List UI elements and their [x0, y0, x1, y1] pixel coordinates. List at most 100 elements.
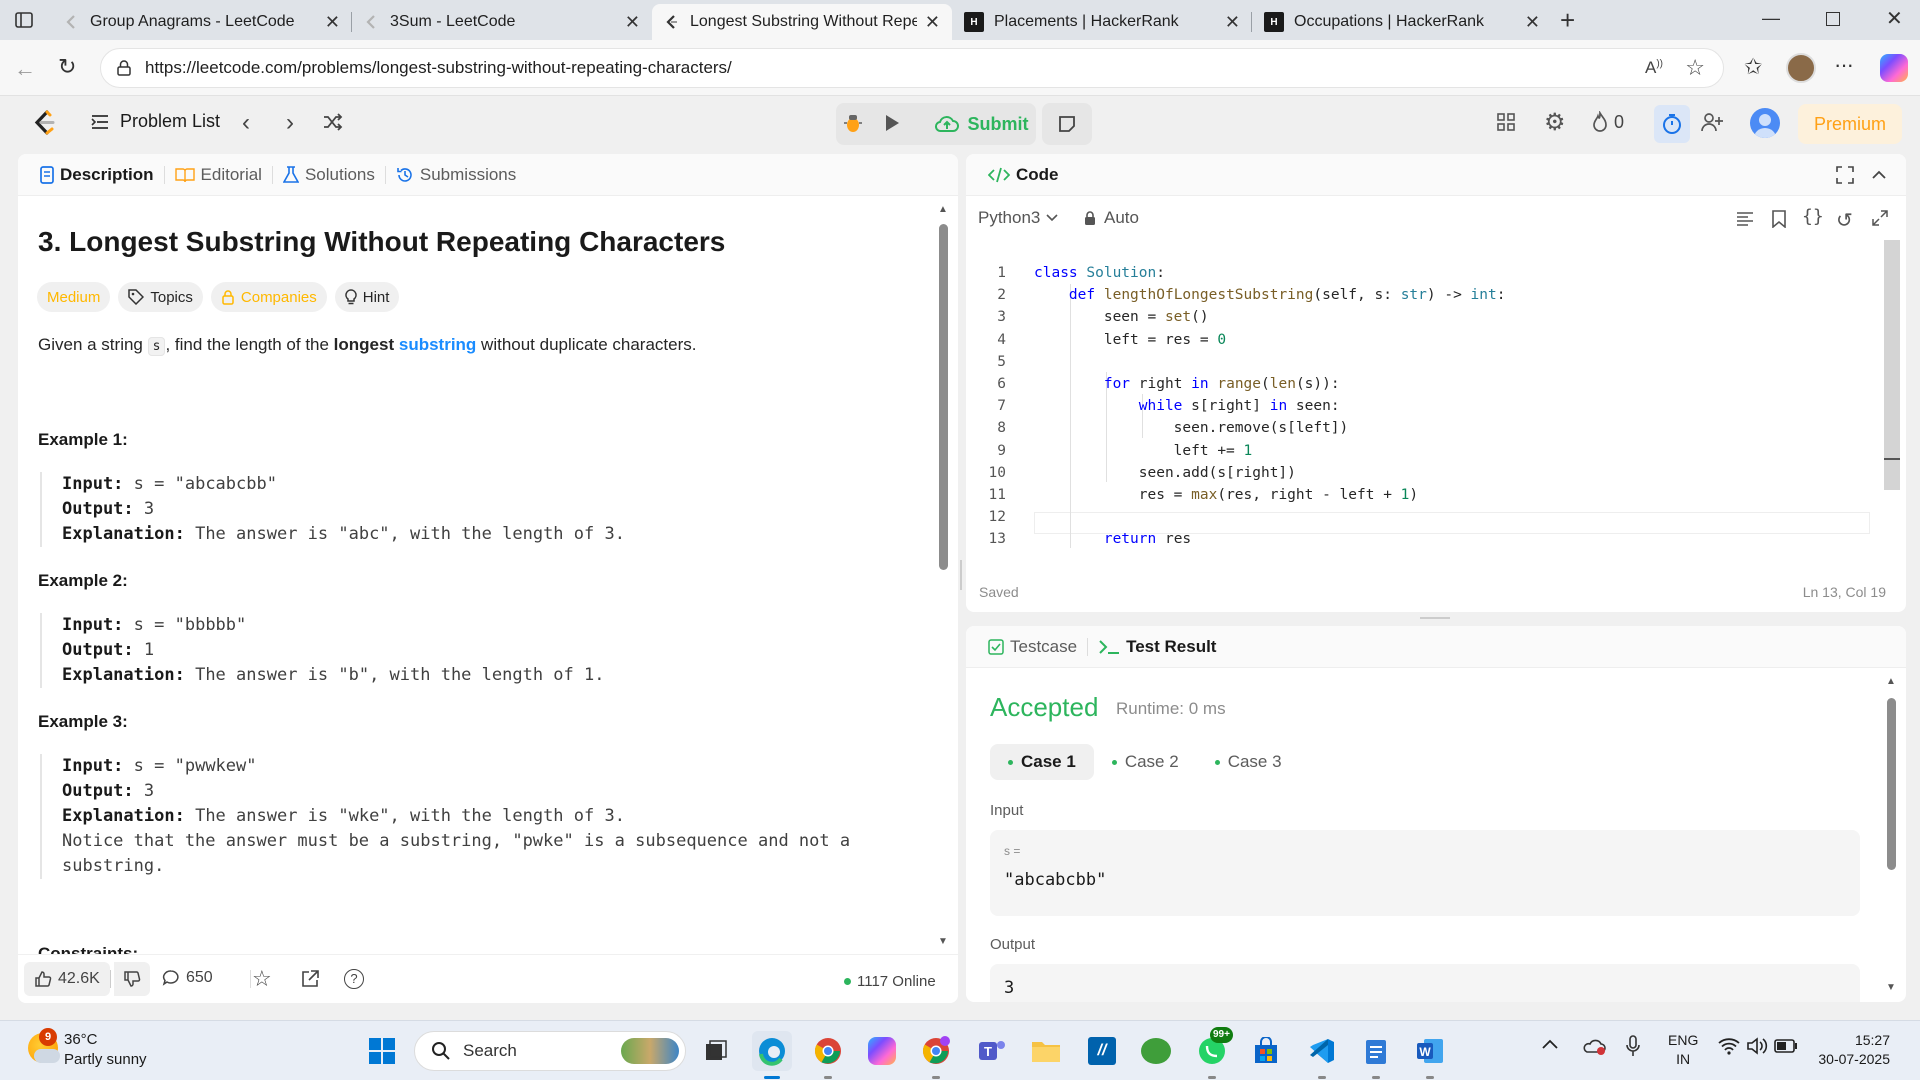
profile-avatar[interactable]: [1786, 53, 1816, 83]
onedrive-icon[interactable]: [1582, 1037, 1606, 1055]
tab-description[interactable]: Description: [30, 154, 164, 196]
tab-editorial[interactable]: Editorial: [165, 154, 272, 196]
restore-icon[interactable]: [1826, 12, 1840, 26]
browser-tab-3sum[interactable]: 3Sum - LeetCode ✕: [352, 4, 652, 40]
taskbar-search[interactable]: Search: [414, 1031, 686, 1071]
auto-mode-toggle[interactable]: Auto: [1084, 208, 1139, 228]
tab-solutions[interactable]: Solutions: [273, 154, 385, 196]
language-indicator[interactable]: ENG IN: [1668, 1031, 1698, 1069]
edge-browser-icon[interactable]: [752, 1031, 792, 1071]
tab-code[interactable]: Code: [978, 154, 1069, 196]
close-tab-icon[interactable]: ✕: [325, 12, 340, 33]
battery-icon[interactable]: [1774, 1039, 1798, 1053]
companies-badge[interactable]: Companies: [210, 282, 327, 312]
dislike-button[interactable]: [114, 962, 150, 996]
chrome-profile-icon[interactable]: [916, 1031, 956, 1071]
game-app-icon[interactable]: [1136, 1031, 1176, 1071]
topics-badge[interactable]: Topics: [118, 282, 203, 312]
help-icon[interactable]: ?: [344, 969, 364, 989]
fullscreen-icon[interactable]: [1836, 166, 1854, 184]
chrome-icon[interactable]: [808, 1031, 848, 1071]
microphone-icon[interactable]: [1626, 1035, 1640, 1057]
browser-tab-placements[interactable]: H Placements | HackerRank ✕: [952, 4, 1252, 40]
language-select[interactable]: Python3: [978, 208, 1058, 228]
submit-button[interactable]: Submit: [926, 103, 1036, 145]
store-icon[interactable]: [1246, 1031, 1286, 1071]
editor-scrollbar[interactable]: [1884, 240, 1900, 490]
azure-icon[interactable]: //: [1082, 1031, 1122, 1071]
read-aloud-icon[interactable]: A)): [1645, 58, 1663, 78]
case-tab-3[interactable]: Case 3: [1197, 744, 1300, 780]
leetcode-logo-icon[interactable]: [32, 109, 58, 137]
browser-tab-longest-substring[interactable]: Longest Substring Without Repea ✕: [652, 4, 952, 40]
close-window-icon[interactable]: ✕: [1886, 6, 1903, 31]
favorites-icon[interactable]: ✩: [1744, 54, 1762, 80]
whatsapp-icon[interactable]: 99+: [1192, 1027, 1233, 1071]
copilot-app-icon[interactable]: [862, 1031, 902, 1071]
comments-button[interactable]: 650: [162, 969, 213, 987]
code-editor[interactable]: 1 class Solution: 2 def lengthOfLongestSub…: [966, 240, 1906, 570]
case-tab-2[interactable]: Case 2: [1094, 744, 1197, 780]
layout-icon[interactable]: [1496, 112, 1516, 132]
close-tab-icon[interactable]: ✕: [925, 12, 940, 33]
teams-icon[interactable]: T: [972, 1031, 1012, 1071]
notes-button[interactable]: [1042, 103, 1092, 145]
format-icon[interactable]: [1736, 211, 1754, 227]
result-scrollbar[interactable]: [1887, 698, 1896, 870]
reload-icon[interactable]: ↻: [58, 54, 76, 80]
prev-problem-icon[interactable]: ‹: [242, 109, 250, 137]
close-tab-icon[interactable]: ✕: [1525, 12, 1540, 33]
word-icon[interactable]: W: [1410, 1031, 1450, 1071]
wifi-icon[interactable]: [1718, 1037, 1740, 1055]
file-explorer-icon[interactable]: [1026, 1031, 1066, 1071]
vscode-icon[interactable]: [1302, 1031, 1342, 1071]
browser-tab-group-anagrams[interactable]: Group Anagrams - LeetCode ✕: [52, 4, 352, 40]
star-icon[interactable]: ☆: [252, 966, 272, 992]
braces-icon[interactable]: {}: [1802, 206, 1824, 227]
settings-gear-icon[interactable]: ⚙: [1544, 108, 1566, 137]
premium-button[interactable]: Premium: [1798, 104, 1902, 144]
scroll-down-icon[interactable]: ▼: [938, 936, 948, 947]
task-view-icon[interactable]: [696, 1031, 736, 1071]
shuffle-icon[interactable]: [322, 112, 344, 132]
close-tab-icon[interactable]: ✕: [1225, 12, 1240, 33]
tab-test-result[interactable]: Test Result: [1088, 626, 1226, 668]
clock[interactable]: 15:27 30-07-2025: [1810, 1031, 1890, 1069]
start-menu-icon[interactable]: [362, 1031, 402, 1071]
vertical-resize-handle[interactable]: [960, 560, 962, 590]
scroll-up-icon[interactable]: ▲: [1886, 676, 1896, 687]
case-tab-1[interactable]: Case 1: [990, 744, 1094, 780]
tab-testcase[interactable]: Testcase: [978, 626, 1087, 668]
add-friend-icon[interactable]: [1700, 111, 1724, 133]
next-problem-icon[interactable]: ›: [286, 109, 294, 137]
problem-list-button[interactable]: Problem List: [90, 111, 220, 132]
share-icon[interactable]: [300, 969, 320, 989]
volume-icon[interactable]: [1746, 1037, 1768, 1055]
tab-submissions[interactable]: Submissions: [386, 154, 526, 196]
site-info-icon[interactable]: [115, 59, 133, 77]
user-avatar[interactable]: [1750, 108, 1780, 138]
show-hidden-icons[interactable]: [1542, 1039, 1558, 1049]
favorite-star-icon[interactable]: ☆: [1685, 55, 1705, 81]
copilot-icon[interactable]: [1880, 54, 1908, 82]
bookmark-icon[interactable]: [1772, 210, 1786, 228]
like-button[interactable]: 42.6K: [24, 962, 111, 996]
browser-tab-occupations[interactable]: H Occupations | HackerRank ✕: [1252, 4, 1552, 40]
debug-icon[interactable]: [842, 111, 864, 135]
scroll-up-icon[interactable]: ▲: [938, 204, 948, 215]
timer-button[interactable]: [1654, 105, 1690, 143]
close-tab-icon[interactable]: ✕: [625, 12, 640, 33]
weather-widget[interactable]: 9 36°C Partly sunny: [24, 1028, 164, 1073]
minimize-icon[interactable]: —: [1762, 8, 1780, 29]
url-field[interactable]: https://leetcode.com/problems/longest-su…: [100, 48, 1724, 88]
more-menu-icon[interactable]: ···: [1834, 52, 1854, 78]
substring-link[interactable]: substring: [399, 335, 476, 354]
description-scrollbar[interactable]: [939, 224, 948, 570]
hint-badge[interactable]: Hint: [334, 282, 400, 312]
scroll-down-icon[interactable]: ▼: [1886, 982, 1896, 993]
expand-icon[interactable]: [1872, 210, 1888, 226]
notepad-icon[interactable]: [1356, 1031, 1396, 1071]
horizontal-resize-handle[interactable]: [1420, 617, 1450, 619]
run-icon[interactable]: [882, 112, 902, 134]
back-icon[interactable]: ←: [14, 56, 36, 82]
